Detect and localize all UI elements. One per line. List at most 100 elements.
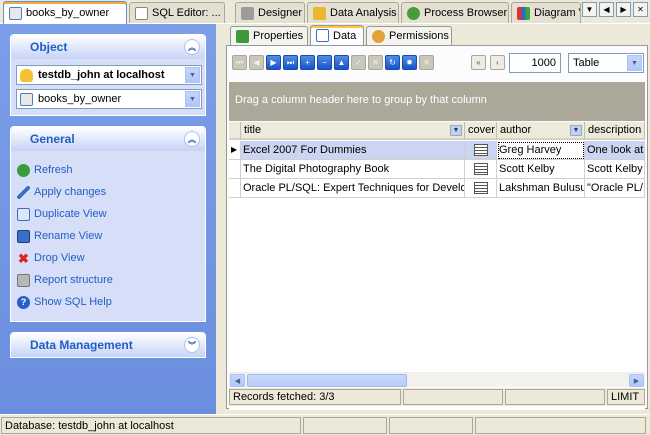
tab-data[interactable]: Data xyxy=(310,25,364,45)
view-selector[interactable]: books_by_owner ▼ xyxy=(16,89,202,109)
data-management-group-header[interactable]: Data Management ︾ xyxy=(11,333,205,357)
rename-icon xyxy=(17,229,30,243)
chevron-down-icon[interactable]: ▼ xyxy=(570,125,582,136)
tab-scroll-left-icon[interactable]: ◀ xyxy=(599,2,614,17)
insert-record-icon[interactable]: + xyxy=(300,55,315,70)
table-cell[interactable]: The Digital Photography Book xyxy=(241,160,465,179)
report-structure-action[interactable]: Report structure xyxy=(17,271,113,289)
table-cell[interactable]: Oracle PL/SQL: Expert Techniques for Dev… xyxy=(241,179,465,198)
bookmark-icon[interactable]: ✸ xyxy=(402,55,417,70)
tab-data-analysis[interactable]: Data Analysis xyxy=(307,2,399,23)
cancel-edit-icon[interactable]: ✕ xyxy=(368,55,383,70)
tab-designer[interactable]: Designer xyxy=(235,2,305,23)
edit-record-icon[interactable]: ▲ xyxy=(334,55,349,70)
chevron-down-icon[interactable]: ▼ xyxy=(450,125,462,136)
column-header-description[interactable]: description xyxy=(585,122,645,140)
table-cell[interactable] xyxy=(465,160,497,179)
collapse-icon[interactable]: ︽ xyxy=(184,131,200,147)
refresh-action[interactable]: Refresh xyxy=(17,161,73,179)
tab-sql-editor[interactable]: SQL Editor: ... xyxy=(129,2,225,23)
refresh-icon[interactable]: ↻ xyxy=(385,55,400,70)
tab-list-dropdown-icon[interactable]: ▼ xyxy=(582,2,597,17)
fetch-first-icon[interactable]: « xyxy=(471,55,486,70)
view-mode-select[interactable]: Table ▼ xyxy=(568,53,644,73)
table-cell[interactable]: Excel 2007 For Dummies xyxy=(241,141,465,160)
blob-icon xyxy=(473,144,488,156)
column-header-cover[interactable]: cover xyxy=(465,122,497,140)
scroll-left-icon[interactable]: ◀ xyxy=(230,374,245,387)
records-fetched: Records fetched: 3/3 xyxy=(229,389,401,405)
apply-icon xyxy=(17,185,30,199)
report-icon xyxy=(17,273,30,287)
tab-permissions[interactable]: Permissions xyxy=(366,26,452,45)
process-browser-icon xyxy=(407,6,420,20)
table-cell[interactable]: One look at xyxy=(585,141,645,160)
scroll-thumb[interactable] xyxy=(247,374,407,387)
fetch-prior-icon[interactable]: ‹ xyxy=(490,55,505,70)
database-icon xyxy=(20,68,33,82)
limit-indicator: LIMIT xyxy=(607,389,645,405)
database-selector[interactable]: testdb_john at localhost ▼ xyxy=(16,65,202,85)
chevron-down-icon[interactable]: ▼ xyxy=(627,55,642,71)
refresh-icon xyxy=(17,163,30,177)
chevron-down-icon[interactable]: ▼ xyxy=(185,91,200,107)
table-cell[interactable] xyxy=(465,141,497,160)
group-by-box[interactable]: Drag a column header here to group by th… xyxy=(229,82,645,121)
data-grid: title ▼ cover author ▼ description ▶ Exc… xyxy=(229,122,645,410)
apply-changes-action[interactable]: Apply changes xyxy=(17,183,106,201)
chevron-down-icon[interactable]: ▼ xyxy=(185,67,200,83)
prior-record-icon[interactable]: ◀ xyxy=(249,55,264,70)
blob-icon xyxy=(473,182,488,194)
grid-status-panel xyxy=(505,389,605,405)
scroll-right-icon[interactable]: ▶ xyxy=(629,374,644,387)
object-group-header[interactable]: Object ︽ xyxy=(11,35,205,59)
grid-status-bar: Records fetched: 3/3 LIMIT xyxy=(229,388,645,406)
general-group: General ︽ Refresh Apply changes Duplicat… xyxy=(10,126,206,322)
filter-icon[interactable]: ✳ xyxy=(419,55,434,70)
document-tab-bar: books_by_owner SQL Editor: ... Designer … xyxy=(0,0,650,24)
data-tab-content: ⏮ ◀ ▶ ⏭ + − ▲ ✓ ✕ ↻ ✸ ✳ « ‹ 1000 Table ▼… xyxy=(226,45,648,410)
table-cell[interactable]: Scott Kelby xyxy=(585,160,645,179)
table-cell[interactable] xyxy=(465,179,497,198)
expand-icon[interactable]: ︾ xyxy=(184,337,200,353)
post-edit-icon[interactable]: ✓ xyxy=(351,55,366,70)
drop-view-action[interactable]: ✖ Drop View xyxy=(17,249,85,267)
table-cell[interactable]: Scott Kelby xyxy=(497,160,585,179)
table-cell[interactable]: "Oracle PL/ xyxy=(585,179,645,198)
tab-diagram[interactable]: Diagram V xyxy=(511,2,581,23)
column-header-author[interactable]: author ▼ xyxy=(497,122,585,140)
help-icon: ? xyxy=(17,295,30,309)
grid-status-panel xyxy=(403,389,503,405)
data-navigator: ⏮ ◀ ▶ ⏭ + − ▲ ✓ ✕ ↻ ✸ ✳ « ‹ 1000 Table ▼ xyxy=(232,52,644,76)
tab-process-browser[interactable]: Process Browser xyxy=(401,2,509,23)
data-management-group: Data Management ︾ xyxy=(10,332,206,358)
designer-icon xyxy=(241,6,254,20)
status-bar: Database: testdb_john at localhost xyxy=(0,414,650,435)
general-group-header[interactable]: General ︽ xyxy=(11,127,205,151)
show-sql-help-action[interactable]: ? Show SQL Help xyxy=(17,293,112,311)
duplicate-view-action[interactable]: Duplicate View xyxy=(17,205,107,223)
table-cell[interactable]: Greg Harvey xyxy=(497,141,585,160)
data-analysis-icon xyxy=(313,6,326,20)
last-record-icon[interactable]: ⏭ xyxy=(283,55,298,70)
status-panel xyxy=(303,417,387,434)
tab-books-by-owner[interactable]: books_by_owner xyxy=(3,1,127,24)
current-row-indicator-icon: ▶ xyxy=(229,141,241,160)
first-record-icon[interactable]: ⏮ xyxy=(232,55,247,70)
delete-record-icon[interactable]: − xyxy=(317,55,332,70)
tab-properties[interactable]: Properties xyxy=(230,26,308,45)
close-icon[interactable]: ✕ xyxy=(633,2,648,17)
next-record-icon[interactable]: ▶ xyxy=(266,55,281,70)
tab-scroll-right-icon[interactable]: ▶ xyxy=(616,2,631,17)
database-status: Database: testdb_john at localhost xyxy=(1,417,301,434)
collapse-icon[interactable]: ︽ xyxy=(184,39,200,55)
row-indicator-header xyxy=(229,122,241,140)
sql-editor-icon xyxy=(135,6,148,20)
diagram-icon xyxy=(517,6,530,20)
rename-view-action[interactable]: Rename View xyxy=(17,227,102,245)
horizontal-scrollbar[interactable]: ◀ ▶ xyxy=(229,372,645,387)
table-cell[interactable]: Lakshman Bulusu xyxy=(497,179,585,198)
column-header-title[interactable]: title ▼ xyxy=(241,122,465,140)
row-indicator xyxy=(229,160,241,179)
record-limit-input[interactable]: 1000 xyxy=(509,53,561,73)
